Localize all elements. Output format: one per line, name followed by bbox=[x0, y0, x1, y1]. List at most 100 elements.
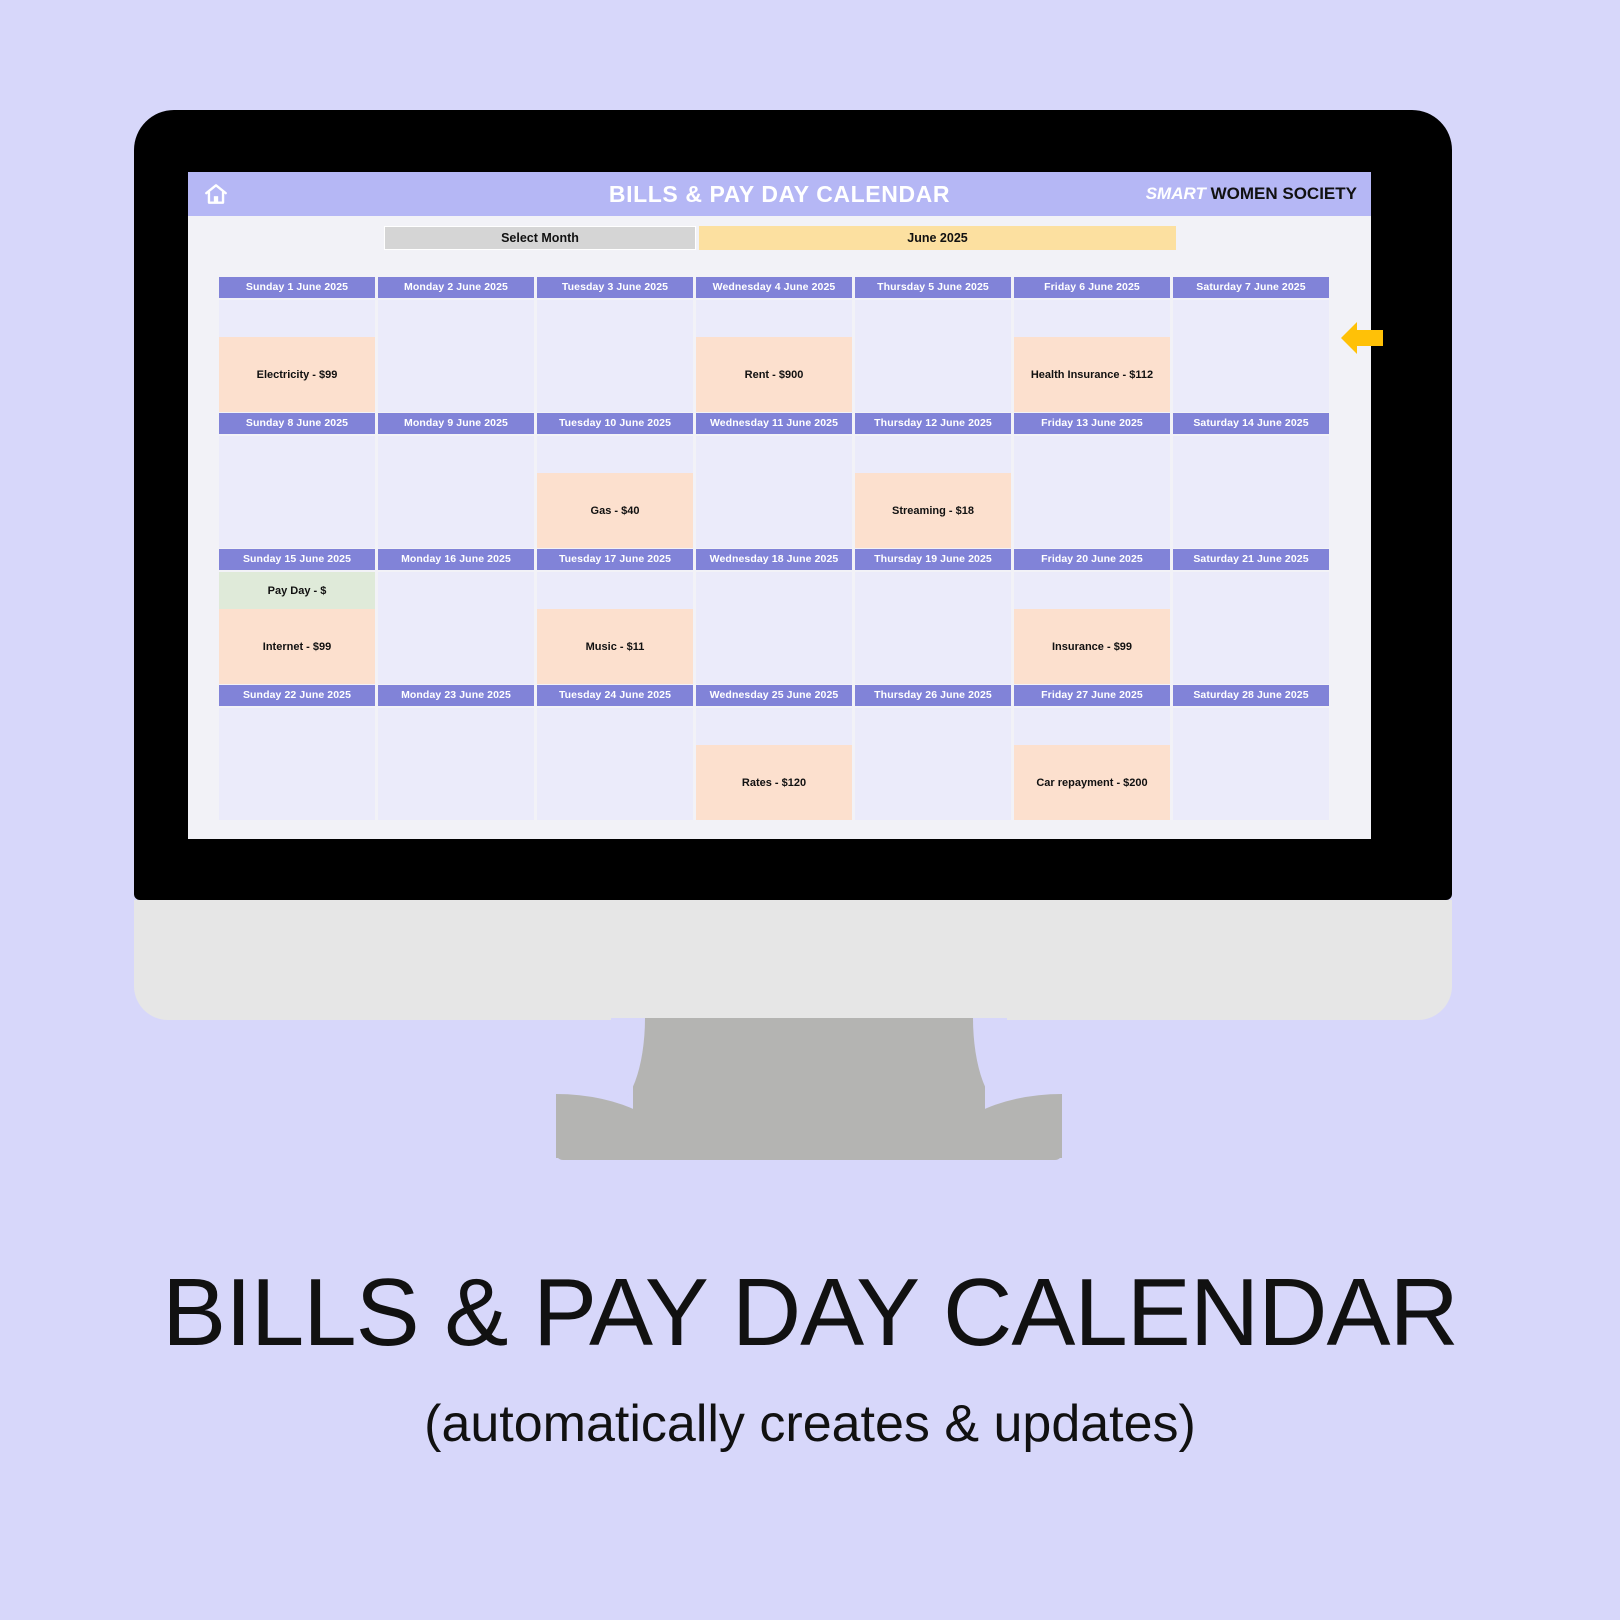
bill-entry[interactable]: Music - $11 bbox=[537, 609, 693, 684]
bill-entry[interactable]: Insurance - $99 bbox=[1014, 609, 1170, 684]
bill-entry[interactable]: Internet - $99 bbox=[219, 609, 375, 684]
empty-slot[interactable] bbox=[855, 708, 1011, 745]
day-cell[interactable]: Health Insurance - $112 bbox=[1014, 300, 1170, 412]
empty-slot[interactable] bbox=[537, 337, 693, 412]
empty-slot[interactable] bbox=[378, 708, 534, 745]
day-cell[interactable] bbox=[1173, 708, 1329, 820]
spreadsheet-screen: BILLS & PAY DAY CALENDAR SMART WOMEN SOC… bbox=[188, 172, 1371, 839]
week-header-row: Sunday 1 June 2025 Monday 2 June 2025 Tues… bbox=[219, 277, 1329, 298]
day-cell[interactable] bbox=[378, 708, 534, 820]
empty-slot[interactable] bbox=[219, 708, 375, 745]
empty-slot[interactable] bbox=[696, 300, 852, 337]
empty-slot[interactable] bbox=[219, 473, 375, 548]
bill-entry[interactable]: Streaming - $18 bbox=[855, 473, 1011, 548]
empty-slot[interactable] bbox=[1173, 300, 1329, 337]
empty-slot[interactable] bbox=[696, 473, 852, 548]
day-header: Tuesday 17 June 2025 bbox=[537, 549, 693, 570]
empty-slot[interactable] bbox=[378, 572, 534, 609]
bill-entry[interactable]: Rates - $120 bbox=[696, 745, 852, 820]
empty-slot[interactable] bbox=[855, 300, 1011, 337]
empty-slot[interactable] bbox=[537, 572, 693, 609]
day-cell[interactable]: Pay Day - $ Internet - $99 bbox=[219, 572, 375, 684]
day-header: Friday 20 June 2025 bbox=[1014, 549, 1170, 570]
day-header: Friday 6 June 2025 bbox=[1014, 277, 1170, 298]
empty-slot[interactable] bbox=[1173, 436, 1329, 473]
day-cell[interactable] bbox=[696, 436, 852, 548]
empty-slot[interactable] bbox=[1173, 609, 1329, 684]
empty-slot[interactable] bbox=[1173, 473, 1329, 548]
day-cell[interactable] bbox=[1014, 436, 1170, 548]
day-cell[interactable] bbox=[219, 436, 375, 548]
bill-entry[interactable]: Car repayment - $200 bbox=[1014, 745, 1170, 820]
day-header: Wednesday 25 June 2025 bbox=[696, 685, 852, 706]
day-cell[interactable] bbox=[378, 572, 534, 684]
empty-slot[interactable] bbox=[537, 300, 693, 337]
empty-slot[interactable] bbox=[537, 708, 693, 745]
day-header: Monday 23 June 2025 bbox=[378, 685, 534, 706]
empty-slot[interactable] bbox=[855, 436, 1011, 473]
day-cell[interactable] bbox=[537, 708, 693, 820]
empty-slot[interactable] bbox=[219, 436, 375, 473]
monitor-chin bbox=[134, 900, 1452, 1020]
empty-slot[interactable] bbox=[378, 337, 534, 412]
empty-slot[interactable] bbox=[378, 745, 534, 820]
day-cell[interactable]: Rates - $120 bbox=[696, 708, 852, 820]
empty-slot[interactable] bbox=[696, 572, 852, 609]
week-header-row: Sunday 15 June 2025 Monday 16 June 2025 Tu… bbox=[219, 549, 1329, 570]
empty-slot[interactable] bbox=[855, 609, 1011, 684]
day-cell[interactable] bbox=[855, 572, 1011, 684]
payday-entry[interactable]: Pay Day - $ bbox=[219, 572, 375, 609]
empty-slot[interactable] bbox=[378, 473, 534, 548]
bill-entry[interactable]: Gas - $40 bbox=[537, 473, 693, 548]
day-cell[interactable] bbox=[855, 708, 1011, 820]
day-cell[interactable] bbox=[1173, 572, 1329, 684]
day-cell[interactable]: Streaming - $18 bbox=[855, 436, 1011, 548]
empty-slot[interactable] bbox=[378, 609, 534, 684]
empty-slot[interactable] bbox=[855, 745, 1011, 820]
day-header: Monday 2 June 2025 bbox=[378, 277, 534, 298]
empty-slot[interactable] bbox=[537, 436, 693, 473]
day-cell[interactable] bbox=[219, 708, 375, 820]
empty-slot[interactable] bbox=[696, 708, 852, 745]
empty-slot[interactable] bbox=[378, 300, 534, 337]
day-header: Tuesday 24 June 2025 bbox=[537, 685, 693, 706]
day-cell[interactable]: Insurance - $99 bbox=[1014, 572, 1170, 684]
empty-slot[interactable] bbox=[1173, 572, 1329, 609]
day-cell[interactable] bbox=[378, 436, 534, 548]
empty-slot[interactable] bbox=[378, 436, 534, 473]
left-arrow-icon bbox=[1341, 318, 1383, 358]
empty-slot[interactable] bbox=[1014, 436, 1170, 473]
day-cell[interactable]: Music - $11 bbox=[537, 572, 693, 684]
day-cell[interactable] bbox=[1173, 300, 1329, 412]
empty-slot[interactable] bbox=[219, 745, 375, 820]
empty-slot[interactable] bbox=[855, 337, 1011, 412]
day-cell[interactable] bbox=[855, 300, 1011, 412]
day-cell[interactable]: Rent - $900 bbox=[696, 300, 852, 412]
empty-slot[interactable] bbox=[537, 745, 693, 820]
bill-entry[interactable]: Rent - $900 bbox=[696, 337, 852, 412]
day-cell[interactable]: Electricity - $99 bbox=[219, 300, 375, 412]
empty-slot[interactable] bbox=[1014, 572, 1170, 609]
empty-slot[interactable] bbox=[1014, 300, 1170, 337]
day-header: Wednesday 18 June 2025 bbox=[696, 549, 852, 570]
bill-entry[interactable]: Electricity - $99 bbox=[219, 337, 375, 412]
day-cell[interactable] bbox=[1173, 436, 1329, 548]
day-cell[interactable]: Gas - $40 bbox=[537, 436, 693, 548]
empty-slot[interactable] bbox=[1173, 745, 1329, 820]
day-cell[interactable] bbox=[696, 572, 852, 684]
day-header: Thursday 5 June 2025 bbox=[855, 277, 1011, 298]
empty-slot[interactable] bbox=[1014, 708, 1170, 745]
empty-slot[interactable] bbox=[696, 609, 852, 684]
day-cell[interactable]: Car repayment - $200 bbox=[1014, 708, 1170, 820]
bill-entry[interactable]: Health Insurance - $112 bbox=[1014, 337, 1170, 412]
day-cell[interactable] bbox=[378, 300, 534, 412]
empty-slot[interactable] bbox=[855, 572, 1011, 609]
selected-month-dropdown[interactable]: June 2025 bbox=[699, 226, 1176, 250]
empty-slot[interactable] bbox=[219, 300, 375, 337]
empty-slot[interactable] bbox=[1173, 337, 1329, 412]
empty-slot[interactable] bbox=[1173, 708, 1329, 745]
empty-slot[interactable] bbox=[1014, 473, 1170, 548]
day-header: Thursday 12 June 2025 bbox=[855, 413, 1011, 434]
day-cell[interactable] bbox=[537, 300, 693, 412]
empty-slot[interactable] bbox=[696, 436, 852, 473]
